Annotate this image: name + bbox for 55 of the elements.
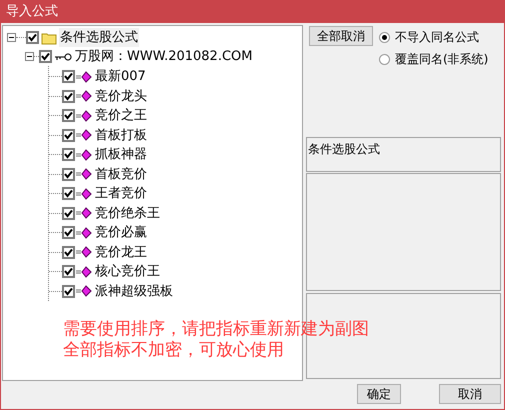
formula-icon	[76, 266, 92, 278]
checkbox[interactable]	[62, 187, 75, 200]
info-panel-title: 条件选股公式	[308, 142, 380, 156]
window-title: 导入公式	[6, 3, 58, 22]
tree-item-label[interactable]: 首板打板	[95, 126, 147, 145]
tree-item-label[interactable]: 条件选股公式	[59, 28, 139, 48]
key-icon	[54, 52, 72, 60]
tree-item-label[interactable]: 王者竞价	[95, 184, 147, 204]
tree-item-label[interactable]: 竞价龙头	[95, 86, 147, 106]
checkbox[interactable]	[62, 168, 75, 181]
tree-item-label[interactable]: 最新007	[95, 67, 146, 86]
tree-item-label[interactable]: 首板竞价	[95, 164, 147, 184]
checkbox[interactable]	[62, 70, 75, 84]
radio-button[interactable]	[379, 32, 390, 42]
formula-icon	[76, 168, 92, 180]
radio-label: 不导入同名公式	[395, 29, 479, 46]
tree-item-label[interactable]: 竞价之王	[95, 106, 147, 126]
checkbox[interactable]	[62, 284, 75, 298]
checkbox[interactable]	[62, 246, 75, 259]
formula-icon	[76, 246, 92, 258]
checkbox[interactable]	[62, 206, 75, 220]
collapse-icon[interactable]	[25, 52, 34, 61]
folder-icon	[41, 30, 57, 44]
tree-item-label[interactable]: 万股网：WWW.201082.COM	[75, 46, 252, 66]
checkbox[interactable]	[62, 265, 75, 278]
checkbox[interactable]	[39, 50, 52, 63]
note-text: 全部指标不加密，可放心使用	[63, 340, 284, 361]
tree-item-label[interactable]: 竞价绝杀王	[95, 204, 160, 223]
checkbox[interactable]	[62, 226, 75, 240]
deselect-all-button[interactable]: 全部取消	[309, 26, 373, 46]
formula-icon	[76, 90, 92, 102]
formula-icon	[76, 207, 92, 220]
formula-icon	[76, 188, 92, 200]
formula-icon	[76, 148, 92, 161]
checkbox[interactable]	[62, 109, 75, 122]
formula-icon	[76, 70, 92, 83]
formula-icon	[76, 129, 92, 142]
collapse-icon[interactable]	[7, 33, 16, 42]
checkbox[interactable]	[62, 148, 75, 162]
tree-item-label[interactable]: 核心竞价王	[95, 262, 160, 282]
tree-item-label[interactable]: 竞价必赢	[95, 223, 147, 242]
radio-button[interactable]	[379, 54, 390, 64]
checkbox[interactable]	[62, 90, 75, 103]
note-text: 需要使用排序，请把指标重新新建为副图	[63, 319, 369, 340]
tree-item-label[interactable]: 竞价龙王	[95, 242, 147, 262]
formula-icon	[76, 285, 92, 298]
tree-item-label[interactable]: 抓板神器	[95, 145, 147, 164]
formula-icon	[76, 226, 92, 239]
tree-item-label[interactable]: 派神超级强板	[95, 282, 173, 301]
cancel-button[interactable]: 取消	[439, 384, 501, 404]
radio-label: 覆盖同名(非系统)	[395, 51, 488, 68]
checkbox[interactable]	[26, 31, 39, 44]
ok-button[interactable]: 确定	[357, 384, 401, 404]
formula-icon	[76, 110, 92, 122]
checkbox[interactable]	[62, 128, 75, 142]
